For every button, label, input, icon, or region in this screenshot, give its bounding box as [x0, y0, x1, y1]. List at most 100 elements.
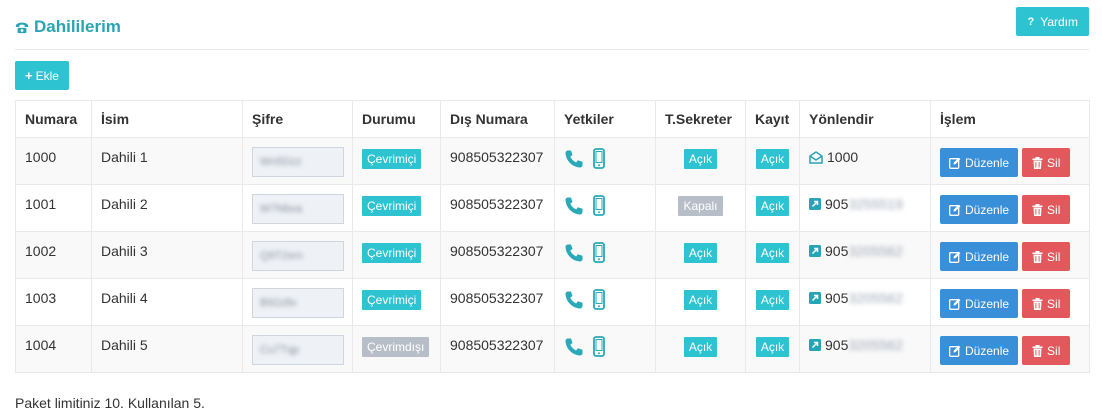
- help-label: Yardım: [1040, 14, 1078, 29]
- cell-number: 1003: [15, 278, 92, 326]
- delete-button[interactable]: Sil: [1022, 242, 1071, 271]
- envelope-open-icon: [809, 150, 823, 164]
- password-field[interactable]: Wn5Dzz: [252, 147, 344, 177]
- add-button[interactable]: + Ekle: [15, 61, 69, 90]
- column-header-name: İsim: [91, 100, 243, 138]
- phone-icon: [565, 244, 583, 261]
- phone-icon: [565, 338, 583, 355]
- redirect-value: 905: [825, 290, 849, 306]
- delete-label: Sil: [1047, 155, 1061, 170]
- edit-button[interactable]: Düzenle: [940, 195, 1019, 224]
- edit-label: Düzenle: [965, 296, 1010, 311]
- cell-record: Açık: [745, 184, 800, 232]
- password-field[interactable]: W7Nbxa: [252, 194, 344, 224]
- phone-icon: [565, 150, 583, 167]
- column-header-number: Numara: [15, 100, 92, 138]
- edit-label: Düzenle: [965, 343, 1010, 358]
- cell-name: Dahili 5: [91, 325, 243, 373]
- cell-permissions: [554, 325, 656, 373]
- delete-label: Sil: [1047, 249, 1061, 264]
- redirect-value: 1000: [827, 149, 859, 165]
- column-header-password: Şifre: [242, 100, 353, 138]
- record-badge: Açık: [755, 290, 790, 310]
- cell-redirect: 1000: [799, 137, 931, 185]
- cell-actions: Düzenle Sil: [930, 278, 1090, 326]
- trash-icon: [1032, 156, 1043, 169]
- password-value: Wn5Dzz: [260, 156, 302, 168]
- cell-secretary: Açık: [655, 278, 746, 326]
- edit-button[interactable]: Düzenle: [940, 289, 1019, 318]
- add-label: Ekle: [35, 68, 59, 83]
- cell-record: Açık: [745, 231, 800, 279]
- cell-status: Çevrimdışı: [352, 325, 441, 373]
- delete-button[interactable]: Sil: [1022, 148, 1071, 177]
- phone-icon: [565, 291, 583, 308]
- redirect-hidden: 3205562: [848, 243, 903, 259]
- table-row: 1004 Dahili 5 Cu7Tqp Çevrimdışı 908505322307…: [15, 325, 1090, 373]
- cell-status: Çevrimiçi: [352, 184, 441, 232]
- mobile-icon: [593, 195, 605, 216]
- record-badge: Açık: [755, 337, 790, 357]
- mobile-icon: [593, 289, 605, 310]
- cell-redirect: 9053205562: [799, 278, 931, 326]
- extensions-table: Numara İsim Şifre Durumu Dış Numara Yetk…: [15, 100, 1090, 373]
- trash-icon: [1032, 203, 1043, 216]
- status-badge: Çevrimiçi: [362, 290, 422, 310]
- cell-name: Dahili 4: [91, 278, 243, 326]
- cell-external: 908505322307: [440, 231, 555, 279]
- cell-external: 908505322307: [440, 325, 555, 373]
- cell-name: Dahili 2: [91, 184, 243, 232]
- external-link-icon: [809, 292, 821, 304]
- cell-password: B92z8v: [242, 278, 353, 326]
- password-value: Cu7Tqp: [260, 344, 300, 356]
- help-button[interactable]: ? Yardım: [1016, 7, 1089, 36]
- edit-icon: [949, 157, 961, 169]
- record-badge: Açık: [755, 196, 790, 216]
- column-header-actions: İşlem: [930, 100, 1090, 138]
- delete-button[interactable]: Sil: [1022, 195, 1071, 224]
- table-row: 1003 Dahili 4 B92z8v Çevrimiçi 908505322307 A…: [15, 278, 1090, 326]
- cell-record: Açık: [745, 137, 800, 185]
- cell-redirect: 9053205562: [799, 231, 931, 279]
- table-row: 1002 Dahili 3 Q9T2srn Çevrimiçi 908505322307…: [15, 231, 1090, 279]
- table-row: 1000 Dahili 1 Wn5Dzz Çevrimiçi 908505322307 A…: [15, 137, 1090, 185]
- password-field[interactable]: Q9T2srn: [252, 241, 344, 271]
- cell-secretary: Kapalı: [655, 184, 746, 232]
- cell-status: Çevrimiçi: [352, 278, 441, 326]
- cell-actions: Düzenle Sil: [930, 137, 1090, 185]
- redirect-value: 905: [825, 337, 849, 353]
- page-title-text: Dahililerim: [34, 17, 121, 36]
- trash-icon: [1032, 250, 1043, 263]
- redirect-hidden: 3205562: [848, 337, 903, 353]
- cell-external: 908505322307: [440, 278, 555, 326]
- cell-secretary: Açık: [655, 137, 746, 185]
- trash-icon: [1032, 344, 1043, 357]
- cell-external: 908505322307: [440, 137, 555, 185]
- table-header-row: Numara İsim Şifre Durumu Dış Numara Yetk…: [15, 100, 1090, 138]
- cell-status: Çevrimiçi: [352, 137, 441, 185]
- column-header-secretary: T.Sekreter: [655, 100, 746, 138]
- edit-button[interactable]: Düzenle: [940, 148, 1019, 177]
- delete-label: Sil: [1047, 343, 1061, 358]
- secretary-badge: Kapalı: [678, 196, 723, 216]
- password-field[interactable]: B92z8v: [252, 288, 344, 318]
- cell-permissions: [554, 137, 656, 185]
- edit-icon: [949, 298, 961, 310]
- cell-password: Cu7Tqp: [242, 325, 353, 373]
- page-title: Dahililerim: [15, 17, 121, 37]
- password-field[interactable]: Cu7Tqp: [252, 335, 344, 365]
- cell-permissions: [554, 278, 656, 326]
- cell-name: Dahili 3: [91, 231, 243, 279]
- delete-button[interactable]: Sil: [1022, 289, 1071, 318]
- column-header-external: Dış Numara: [440, 100, 555, 138]
- column-header-record: Kayıt: [745, 100, 800, 138]
- redirect-hidden: 3205562: [848, 290, 903, 306]
- mobile-icon: [593, 148, 605, 169]
- status-badge: Çevrimdışı: [362, 337, 430, 357]
- table-row: 1001 Dahili 2 W7Nbxa Çevrimiçi 908505322307 K…: [15, 184, 1090, 232]
- edit-button[interactable]: Düzenle: [940, 242, 1019, 271]
- column-header-permissions: Yetkiler: [554, 100, 656, 138]
- edit-button[interactable]: Düzenle: [940, 336, 1019, 365]
- delete-button[interactable]: Sil: [1022, 336, 1071, 365]
- mobile-icon: [593, 242, 605, 263]
